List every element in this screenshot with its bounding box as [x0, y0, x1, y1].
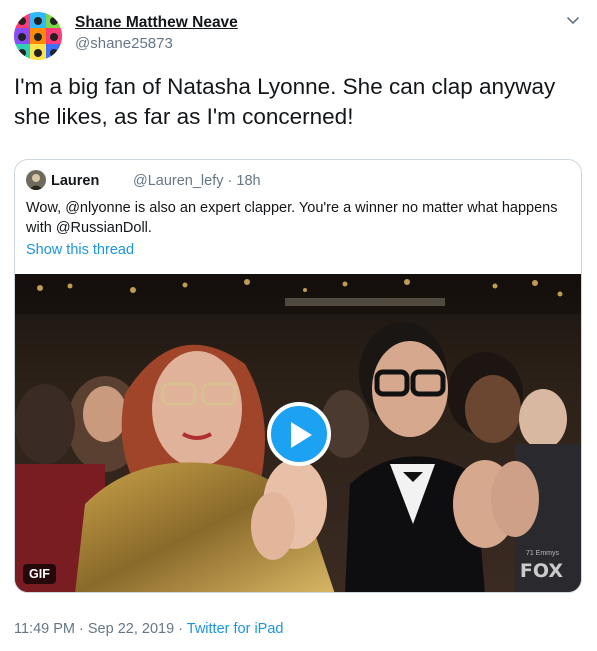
author-handle[interactable]: @shane25873	[75, 35, 173, 52]
author-name[interactable]: Shane Matthew Neave	[75, 14, 238, 32]
quoted-tweet[interactable]: Lauren @Lauren_lefy · 18h Wow, @nlyonne …	[14, 159, 582, 593]
quoted-author-name[interactable]: Lauren	[51, 173, 99, 189]
quoted-text: Wow, @nlyonne is also an expert clapper.…	[26, 200, 558, 236]
tweet-card: Shane Matthew Neave @shane25873 I'm a bi…	[0, 0, 597, 651]
tweet-text: I'm a big fan of Natasha Lyonne. She can…	[14, 74, 556, 129]
source-link[interactable]: Twitter for iPad	[187, 621, 284, 637]
play-icon	[291, 422, 312, 448]
author-avatar[interactable]	[14, 12, 62, 60]
quoted-avatar[interactable]	[26, 170, 46, 190]
chevron-down-icon[interactable]	[565, 12, 581, 28]
timestamp[interactable]: 11:49 PM · Sep 22, 2019 ·	[14, 621, 187, 637]
tweet-footer: 11:49 PM · Sep 22, 2019 · Twitter for iP…	[14, 621, 283, 637]
show-thread-link[interactable]: Show this thread	[26, 242, 134, 258]
gif-media[interactable]: GIF 71 Emmys FOX	[15, 274, 581, 592]
quoted-meta: @Lauren_lefy · 18h	[133, 173, 261, 189]
gif-badge: GIF	[23, 564, 56, 584]
fox-watermark: FOX	[519, 560, 563, 582]
emmys-watermark: 71 Emmys	[525, 550, 559, 557]
play-button[interactable]	[267, 402, 331, 466]
